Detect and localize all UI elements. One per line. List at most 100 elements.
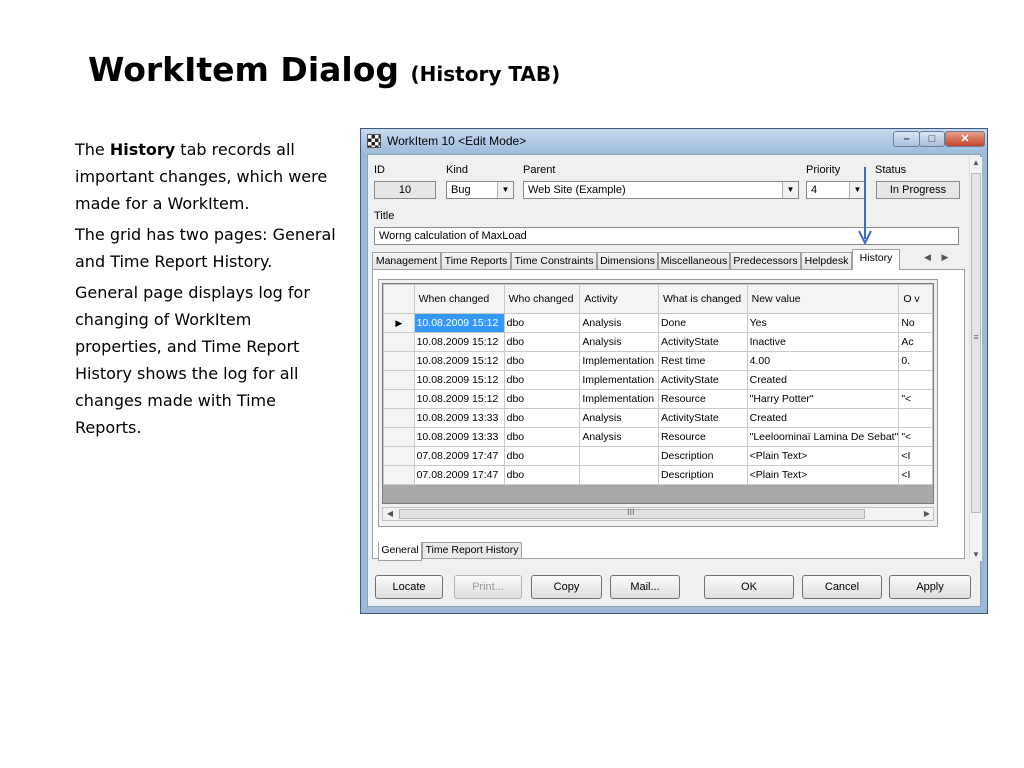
table-cell[interactable]: dbo [503, 427, 581, 447]
table-row[interactable]: 10.08.2009 15:12 dbo Implementation Resourc… [383, 389, 933, 409]
tab-predecessors[interactable]: Predecessors [730, 252, 801, 269]
table-cell[interactable]: <Plain Text> [746, 465, 900, 485]
ok-button[interactable]: OK [704, 575, 794, 599]
vertical-scrollbar[interactable]: ▲ ≡ ▼ [969, 157, 982, 561]
table-cell[interactable]: Done [657, 313, 748, 333]
column-header-activity[interactable]: Activity [579, 284, 659, 314]
parent-select[interactable]: Web Site (Example) ▼ [523, 181, 799, 199]
table-row[interactable]: 07.08.2009 17:47 dbo Description <Plain Tex… [383, 465, 933, 485]
table-row[interactable]: 10.08.2009 13:33 dbo Analysis Resource "Leel… [383, 427, 933, 447]
table-cell[interactable]: ActivityState [657, 332, 748, 352]
table-cell[interactable] [579, 465, 659, 485]
table-cell[interactable]: 07.08.2009 17:47 [413, 446, 505, 466]
tab-time-constraints[interactable]: Time Constraints [511, 252, 597, 269]
subtab-time-report-history[interactable]: Time Report History [422, 542, 522, 559]
table-row[interactable]: 10.08.2009 15:12 dbo Implementation Rest ti… [383, 351, 933, 371]
apply-button[interactable]: Apply [889, 575, 971, 599]
dropdown-arrow-icon[interactable]: ▼ [497, 182, 513, 198]
scroll-down-icon[interactable]: ▼ [970, 549, 982, 561]
row-header[interactable] [383, 465, 415, 485]
table-cell[interactable]: 10.08.2009 13:33 [413, 427, 505, 447]
locate-button[interactable]: Locate [375, 575, 443, 599]
row-header[interactable] [383, 351, 415, 371]
table-cell[interactable]: dbo [503, 408, 581, 428]
maximize-button[interactable]: □ [919, 131, 945, 147]
table-cell[interactable]: Yes [746, 313, 900, 333]
table-cell[interactable] [898, 370, 933, 390]
table-cell[interactable]: Implementation [579, 389, 659, 409]
table-cell[interactable]: Ac [898, 332, 933, 352]
table-cell[interactable]: dbo [503, 370, 581, 390]
column-header-what-is-changed[interactable]: What is changed [657, 284, 748, 314]
table-cell[interactable]: <I [898, 446, 933, 466]
table-cell[interactable] [579, 446, 659, 466]
table-cell[interactable]: Description [657, 465, 748, 485]
minimize-button[interactable]: – [893, 131, 920, 147]
table-cell[interactable]: "Leeloominaï Lamina De Sebat" [746, 427, 900, 447]
table-cell[interactable]: Inactive [746, 332, 900, 352]
table-cell[interactable]: 10.08.2009 15:12 [413, 370, 505, 390]
kind-select[interactable]: Bug ▼ [446, 181, 514, 199]
row-header[interactable] [383, 427, 415, 447]
table-cell[interactable]: 07.08.2009 17:47 [413, 465, 505, 485]
table-row[interactable]: 07.08.2009 17:47 dbo Description <Plain Tex… [383, 446, 933, 466]
table-cell[interactable]: 10.08.2009 15:12 [413, 351, 505, 371]
table-cell[interactable]: Resource [657, 427, 748, 447]
table-cell[interactable]: Rest time [657, 351, 748, 371]
mail-button[interactable]: Mail... [610, 575, 680, 599]
table-cell[interactable]: dbo [503, 446, 581, 466]
table-cell[interactable]: 0. [898, 351, 933, 371]
tab-scroll-left-icon[interactable]: ◀ [924, 252, 931, 262]
scroll-up-icon[interactable]: ▲ [970, 157, 982, 169]
row-header[interactable]: ▶ [383, 313, 415, 333]
table-cell[interactable]: Created [746, 370, 900, 390]
table-cell[interactable]: 10.08.2009 15:12 [413, 389, 505, 409]
table-cell[interactable]: Analysis [579, 332, 659, 352]
tab-scroll-arrows[interactable]: ◀ ▶ [924, 252, 948, 263]
table-cell[interactable]: ActivityState [657, 408, 748, 428]
table-row[interactable]: 10.08.2009 15:12 dbo Analysis ActivityState… [383, 332, 933, 352]
priority-select[interactable]: 4 ▼ [806, 181, 866, 199]
table-row[interactable]: 10.08.2009 15:12 dbo Implementation Activit… [383, 370, 933, 390]
table-cell[interactable]: <I [898, 465, 933, 485]
table-cell[interactable]: Created [746, 408, 900, 428]
table-cell[interactable]: Analysis [579, 408, 659, 428]
table-cell[interactable]: Resource [657, 389, 748, 409]
table-cell[interactable]: dbo [503, 465, 581, 485]
row-header[interactable] [383, 446, 415, 466]
table-cell[interactable]: Analysis [579, 313, 659, 333]
row-header[interactable] [383, 370, 415, 390]
tab-management[interactable]: Management [372, 252, 441, 269]
tab-helpdesk[interactable]: Helpdesk [801, 252, 852, 269]
tab-dimensions[interactable]: Dimensions [597, 252, 658, 269]
scroll-right-icon[interactable]: ▶ [921, 508, 933, 520]
table-cell[interactable]: 10.08.2009 15:12 [413, 332, 505, 352]
column-header-old-value[interactable]: O v [898, 284, 933, 314]
print-button[interactable]: Print... [454, 575, 522, 599]
subtab-general[interactable]: General [378, 542, 422, 561]
dialog-titlebar[interactable]: WorkItem 10 <Edit Mode> – □ ✕ [361, 129, 987, 153]
table-row[interactable]: 10.08.2009 13:33 dbo Analysis ActivityState… [383, 408, 933, 428]
table-cell[interactable]: ActivityState [657, 370, 748, 390]
dropdown-arrow-icon[interactable]: ▼ [782, 182, 798, 198]
row-header[interactable] [383, 332, 415, 352]
table-cell[interactable]: 10.08.2009 15:12 [413, 313, 505, 333]
row-header[interactable] [383, 408, 415, 428]
table-cell[interactable]: Implementation [579, 351, 659, 371]
close-button[interactable]: ✕ [945, 131, 985, 147]
cancel-button[interactable]: Cancel [802, 575, 882, 599]
table-cell[interactable]: Description [657, 446, 748, 466]
tab-time-reports[interactable]: Time Reports [441, 252, 511, 269]
tab-history[interactable]: History [852, 249, 900, 270]
table-cell[interactable]: Analysis [579, 427, 659, 447]
table-cell[interactable]: 10.08.2009 13:33 [413, 408, 505, 428]
table-cell[interactable]: "< [898, 427, 933, 447]
column-header-who-changed[interactable]: Who changed [503, 284, 581, 314]
table-cell[interactable]: No [898, 313, 933, 333]
table-cell[interactable] [898, 408, 933, 428]
table-row[interactable]: ▶ 10.08.2009 15:12 dbo Analysis Done Yes No [383, 313, 933, 333]
copy-button[interactable]: Copy [531, 575, 602, 599]
row-header[interactable] [383, 389, 415, 409]
column-header-new-value[interactable]: New value [746, 284, 900, 314]
table-cell[interactable]: dbo [503, 389, 581, 409]
